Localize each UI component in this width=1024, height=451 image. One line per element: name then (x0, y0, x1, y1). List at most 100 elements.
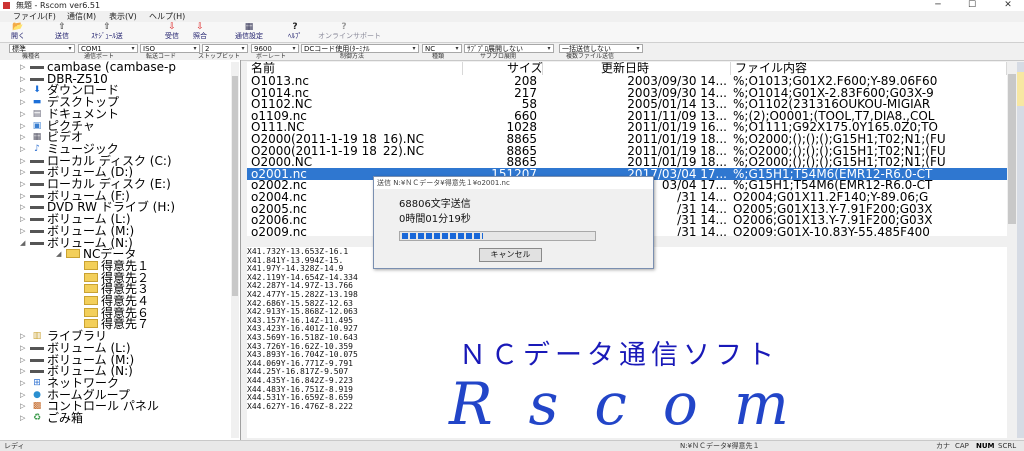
expand-toggle-icon[interactable]: ▷ (20, 201, 30, 213)
file-size: 58 (521, 98, 537, 111)
folder-icon (84, 272, 98, 282)
machine-label: 機種名 (22, 53, 41, 60)
send-progress-dialog: 送信 N:¥ＮＣデータ¥得意先１¥o2001.nc 68806文字送信 0時間0… (373, 176, 654, 269)
expand-toggle-icon[interactable]: ▷ (20, 354, 30, 366)
expand-toggle-icon[interactable]: ▷ (20, 389, 30, 401)
batch-send-select[interactable]: 一括送信しない ▾ (559, 44, 643, 53)
file-row[interactable]: O1102.NC 58 2005/01/14 13... %;O1102(231316… (247, 98, 1007, 110)
menu-help[interactable]: ヘルプ(H) (149, 11, 185, 22)
code-select[interactable]: ISO ▾ (140, 44, 200, 53)
file-row[interactable]: O2000(2011-1-19 18_22).NC 8865 2011/01/19 … (247, 145, 1007, 157)
expand-toggle-icon[interactable]: ▷ (20, 365, 30, 377)
expand-toggle-icon[interactable]: ▷ (20, 330, 30, 342)
file-list-scrollbar[interactable] (1007, 62, 1017, 236)
comm-settings-button[interactable]: ▦ 通信設定 (229, 22, 269, 42)
chevron-down-icon: ▾ (455, 45, 459, 52)
expand-toggle-icon[interactable]: ▷ (20, 412, 30, 424)
expand-toggle-icon[interactable]: ▷ (20, 73, 30, 85)
column-header-date[interactable]: 更新日時 (543, 62, 731, 75)
file-content: O2004;G01X11.2F140;Y-89.06;G (733, 191, 929, 203)
schedule-send-button[interactable]: ⇧ ｽｹｼﾞｭｰﾙ送 (86, 22, 128, 42)
expand-toggle-icon[interactable]: ▷ (20, 400, 30, 412)
drive-icon (30, 159, 44, 163)
expand-toggle-icon[interactable]: ▷ (20, 377, 30, 389)
expand-toggle-icon[interactable]: ▷ (20, 120, 30, 132)
machine-select[interactable]: 標準 ▾ (9, 44, 75, 53)
send-button[interactable]: ⇧ 送信 (48, 22, 76, 42)
stopbit-label: ストップビット (198, 53, 241, 60)
expand-toggle-icon[interactable]: ▷ (20, 143, 30, 155)
app-icon (3, 2, 10, 9)
chevron-down-icon: ▾ (68, 45, 72, 52)
drive-icon (30, 358, 44, 362)
file-row[interactable]: O1014.nc 217 2003/09/30 14... %;O1014;G01X-… (247, 87, 1007, 99)
code-label: 転送コード (146, 53, 177, 60)
file-content: %;O1102(231316OUKOU-MIGIAR (733, 98, 931, 111)
file-date: 2011/01/19 16... (627, 121, 727, 134)
expand-toggle-icon[interactable]: ◢ (56, 248, 66, 260)
expand-toggle-icon[interactable]: ▷ (20, 190, 30, 202)
file-row[interactable]: O2000.NC 8865 2011/01/19 18... %;O2000;();(… (247, 156, 1007, 168)
menu-communication[interactable]: 通信(M) (67, 11, 96, 22)
online-support-button[interactable]: ? オンラインサポート (318, 22, 381, 42)
baudrate-select[interactable]: 9600 ▾ (251, 44, 299, 53)
control-select[interactable]: DCコード使用(ﾀｰﾐﾅﾙ ▾ (301, 44, 419, 53)
type-select[interactable]: NC ▾ (422, 44, 462, 53)
file-content: %;O2000;();();();G15H1;T02;N1;(FU (733, 133, 946, 145)
file-content: O2005;G01X13.Y-7.91F200;G03X (733, 202, 933, 215)
help-button[interactable]: ? ﾍﾙﾌﾟ (281, 22, 309, 42)
expand-toggle-icon[interactable]: ◢ (20, 237, 30, 249)
file-content: %;O1013;G01X2.F600;Y-89.06F60 (733, 75, 938, 87)
tree-item[interactable]: ▷ ♻ ごみ箱 (20, 412, 83, 424)
file-name: O1014.nc (251, 86, 310, 99)
file-name: O2000.NC (251, 156, 313, 169)
expand-toggle-icon[interactable]: ▷ (20, 96, 30, 108)
expand-toggle-icon[interactable]: ▷ (20, 108, 30, 120)
stopbit-select[interactable]: 2 ▾ (202, 44, 248, 53)
column-header-name[interactable]: 名前 (247, 62, 463, 75)
subprogram-select[interactable]: ｻﾌﾞﾌﾟﾛ展開しない ▾ (464, 44, 554, 53)
expand-toggle-icon[interactable]: ▷ (20, 342, 30, 354)
file-row[interactable]: O111.NC 1028 2011/01/19 16... %;O1111;G92X1… (247, 121, 1007, 133)
file-row[interactable]: o1109.nc 660 2011/11/09 13... %;(2);O0001;(… (247, 110, 1007, 122)
open-button[interactable]: 📂 開く (4, 22, 32, 42)
column-header-size[interactable]: サイズ (463, 62, 543, 75)
receive-button[interactable]: ⇩ 受信 (158, 22, 186, 42)
nc-code-line: X42.477Y-15.282Z-13.198 (247, 290, 358, 299)
chevron-down-icon: ▾ (636, 45, 640, 52)
file-content: %;O2000;();();();G15H1;T02;N1;(FU (733, 144, 946, 157)
cancel-button[interactable]: キャンセル (479, 248, 542, 262)
expand-toggle-icon[interactable]: ▷ (20, 166, 30, 178)
picture-icon: ▣ (32, 120, 42, 131)
expand-toggle-icon[interactable]: ▷ (20, 225, 30, 237)
folder-tree: ▷ cambase (cambase-p ▷ DBR-Z510 ▷ ⬇ ダウンロード ▷ ▬ デス… (0, 60, 241, 440)
port-select[interactable]: COM1 ▾ (78, 44, 138, 53)
folder-icon (84, 307, 98, 317)
expand-toggle-icon[interactable]: ▷ (20, 213, 30, 225)
menu-file[interactable]: ファイル(F) (13, 11, 56, 22)
file-content: O2006;G01X13.Y-7.91F200;G03X (733, 214, 933, 227)
pin-tab[interactable] (1017, 72, 1024, 106)
tree-item[interactable]: ▷ ▩ コントロール パネル (20, 400, 159, 412)
tree-scrollbar[interactable] (231, 62, 239, 438)
menu-view[interactable]: 表示(V) (109, 11, 137, 22)
type-label: 種類 (432, 53, 445, 60)
minimize-button[interactable]: ─ (926, 0, 950, 11)
file-row[interactable]: O2000(2011-1-19 18_16).NC 8865 2011/01/19 … (247, 133, 1007, 145)
baudrate-label: ボーレート (256, 53, 287, 60)
file-row[interactable]: O1013.nc 208 2003/09/30 14... %;O1013;G01X2… (247, 75, 1007, 87)
expand-toggle-icon[interactable]: ▷ (20, 155, 30, 167)
open-icon: 📂 (12, 22, 24, 32)
file-content: %;O1111;G92X175.0Y165.0Z0;TO (733, 121, 938, 134)
folder-icon (84, 284, 98, 294)
file-size: 660 (514, 109, 537, 122)
expand-toggle-icon[interactable]: ▷ (20, 178, 30, 190)
file-size: 8865 (506, 133, 537, 145)
expand-toggle-icon[interactable]: ▷ (20, 61, 30, 73)
maximize-button[interactable]: ☐ (960, 0, 984, 11)
close-button[interactable]: ✕ (996, 0, 1020, 11)
column-header-content[interactable]: ファイル内容 (731, 62, 1007, 75)
compare-button[interactable]: ⇩ 照合 (186, 22, 214, 42)
expand-toggle-icon[interactable]: ▷ (20, 84, 30, 96)
expand-toggle-icon[interactable]: ▷ (20, 131, 30, 143)
